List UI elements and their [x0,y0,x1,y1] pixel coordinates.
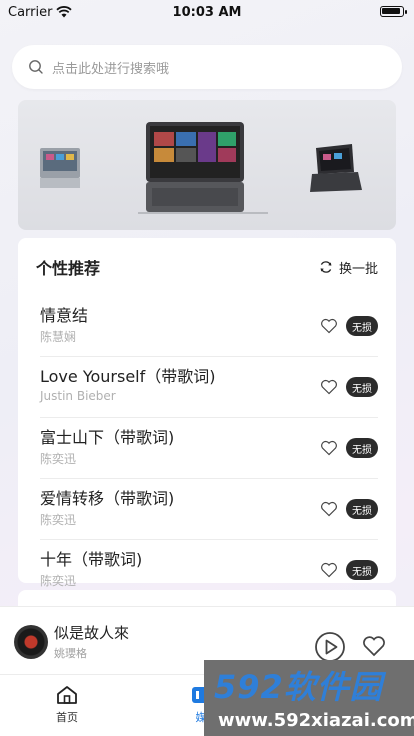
favorite-icon[interactable] [362,635,386,657]
recommend-title: 个性推荐 [36,259,101,278]
wifi-icon [56,6,73,18]
song-artist: 陈奕迅 [40,574,77,588]
now-playing-artist: 姚瓔格 [54,647,87,660]
heart-icon[interactable] [320,318,338,334]
now-playing-title: 似是故人來 [54,624,130,642]
home-icon [57,686,77,704]
song-artist: 陈奕迅 [40,513,77,527]
watermark: 592软件园 www.592xiazai.com [204,660,414,736]
status-bar: Carrier 10:03 AM [0,0,414,24]
carrier-indicator: Carrier [8,4,73,20]
search-placeholder: 点击此处进行搜索哦 [52,61,170,77]
battery-icon [380,6,407,17]
song-artist: Justin Bieber [40,389,116,403]
heart-icon[interactable] [320,440,338,456]
recommend-card: 个性推荐 换一批 情意结 陈慧娴 无损 Love Yourself（带歌词) J… [18,238,396,588]
refresh-icon [320,261,332,273]
song-item[interactable]: Love Yourself（带歌词) Justin Bieber 无损 [40,357,378,418]
album-cover[interactable] [14,625,48,659]
song-title: 富士山下（带歌词) [40,428,175,447]
song-artist: 陈慧娴 [40,330,77,344]
refresh-label: 换一批 [338,261,378,277]
lossless-badge: 无损 [346,499,378,519]
tab-home[interactable]: 首页 [56,685,78,725]
recommend-header: 个性推荐 换一批 [18,238,396,296]
heart-icon[interactable] [320,562,338,578]
smart-display-illustration [40,122,362,214]
song-title: 十年（带歌词) [40,550,143,569]
heart-icon[interactable] [320,379,338,395]
song-title: 情意结 [40,306,89,325]
watermark-brand: 592软件园 [214,668,383,706]
carrier-label: Carrier [8,4,53,20]
search-icon [29,60,43,74]
song-item[interactable]: 情意结 陈慧娴 无损 [40,296,378,357]
heart-icon[interactable] [320,501,338,517]
song-artist: 陈奕迅 [40,452,77,466]
song-item[interactable]: 爱情转移（带歌词) 陈奕迅 无损 [40,479,378,540]
lossless-badge: 无损 [346,377,378,397]
product-banner[interactable] [18,100,396,230]
lossless-badge: 无损 [346,438,378,458]
song-title: 爱情转移（带歌词) [40,489,175,508]
song-item[interactable]: 富士山下（带歌词) 陈奕迅 无损 [40,418,378,479]
lossless-badge: 无损 [346,560,378,580]
play-icon[interactable] [314,631,346,663]
watermark-url: www.592xiazai.com [218,710,414,731]
tab-home-label: 首页 [56,711,78,724]
song-title: Love Yourself（带歌词) [40,367,216,386]
refresh-button[interactable]: 换一批 [319,258,378,277]
search-bar[interactable]: 点击此处进行搜索哦 [12,45,402,89]
lossless-badge: 无损 [346,316,378,336]
